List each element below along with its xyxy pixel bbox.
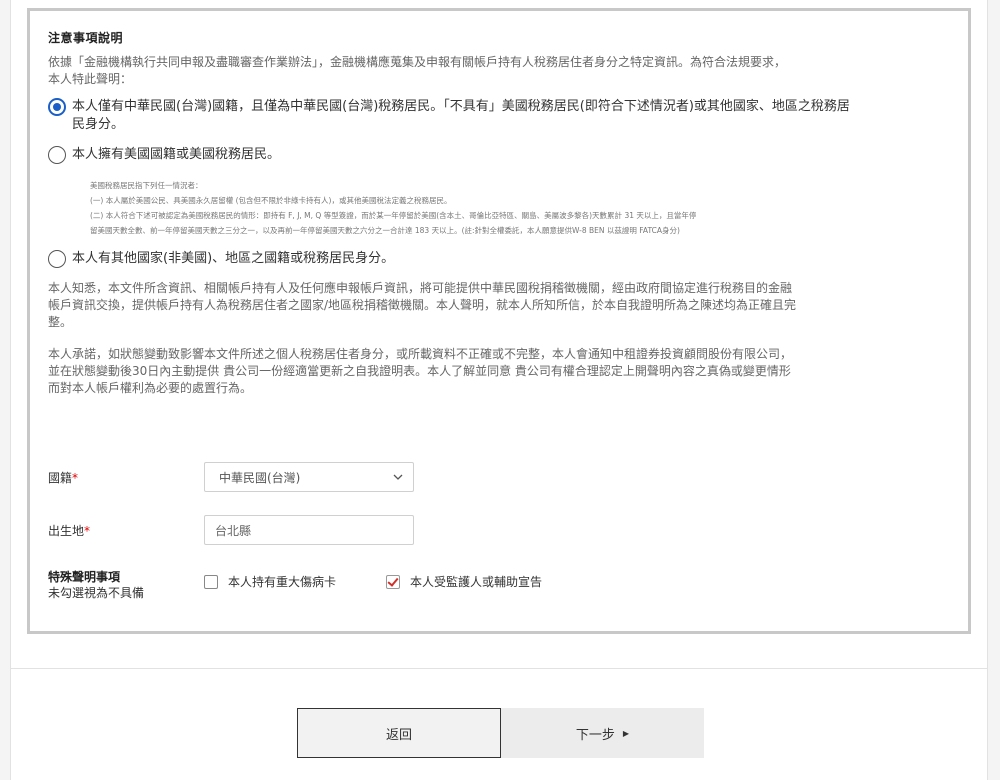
option-us-citizen[interactable]: 本人擁有美國國籍或美國稅務居民。 [48, 146, 950, 164]
chevron-down-icon [393, 472, 403, 483]
notice-title: 注意事項說明 [48, 31, 124, 45]
radio-taiwan-only[interactable] [48, 98, 66, 116]
option-other-country-label: 本人有其他國家(非美國)、地區之國籍或稅務居民身分。 [72, 251, 395, 266]
checkbox-major-illness[interactable]: 本人持有重大傷病卡 [204, 573, 336, 590]
guardianship-checkbox[interactable] [386, 574, 401, 589]
footer-actions: 返回 下一步 ▶ [10, 668, 988, 780]
option-taiwan-only-label: 本人僅有中華民國(台灣)國籍，且僅為中華民國(台灣)稅務居民。「不具有」美國稅務… [72, 99, 850, 132]
nationality-select[interactable]: 中華民國(台灣) [204, 462, 414, 492]
special-declaration-row: 特殊聲明事項 未勾選視為不具備 本人持有重大傷病卡 本人受監護人或輔助宣告 [48, 569, 592, 601]
birthplace-input[interactable]: 台北縣 [204, 515, 414, 545]
nationality-label: 國籍* [48, 470, 79, 485]
next-button[interactable]: 下一步 ▶ [501, 708, 704, 758]
radio-us-citizen[interactable] [48, 146, 66, 164]
option-other-country[interactable]: 本人有其他國家(非美國)、地區之國籍或稅務居民身分。 [48, 250, 950, 268]
form-card: 注意事項說明 依據「金融機構執行共同申報及盡職審查作業辦法」，金融機構應蒐集及申… [10, 0, 988, 668]
back-button[interactable]: 返回 [297, 708, 501, 758]
birthplace-row: 出生地* 台北縣 [48, 515, 414, 545]
commitment-text: 本人承諾，如狀態變動致影響本文件所述之個人稅務居住者身分，或所載資料不正確或不完… [48, 347, 793, 395]
notice-intro: 依據「金融機構執行共同申報及盡職審查作業辦法」，金融機構應蒐集及申報有關帳戶持有… [48, 55, 787, 86]
major-illness-checkbox[interactable] [204, 574, 218, 589]
radio-other-country[interactable] [48, 250, 66, 268]
us-definition-note: 美國稅務居民指下列任一情況者： (一) 本人屬於美國公民、具美國永久居留權 (包… [90, 181, 697, 235]
declaration-box: 注意事項說明 依據「金融機構執行共同申報及盡職審查作業辦法」，金融機構應蒐集及申… [27, 8, 971, 634]
checkbox-guardianship[interactable]: 本人受監護人或輔助宣告 [386, 573, 542, 590]
caret-right-icon: ▶ [622, 728, 630, 738]
option-taiwan-only[interactable]: 本人僅有中華民國(台灣)國籍，且僅為中華民國(台灣)稅務居民。「不具有」美國稅務… [48, 98, 950, 134]
special-declaration-label: 特殊聲明事項 未勾選視為不具備 [48, 570, 145, 600]
option-us-citizen-label: 本人擁有美國國籍或美國稅務居民。 [72, 147, 281, 162]
nationality-row: 國籍* 中華民國(台灣) [48, 462, 414, 492]
birthplace-label: 出生地* [48, 523, 91, 538]
acknowledgement-text: 本人知悉，本文件所含資訊、相關帳戶持有人及任何應申報帳戶資訊，將可能提供中華民國… [48, 281, 797, 329]
